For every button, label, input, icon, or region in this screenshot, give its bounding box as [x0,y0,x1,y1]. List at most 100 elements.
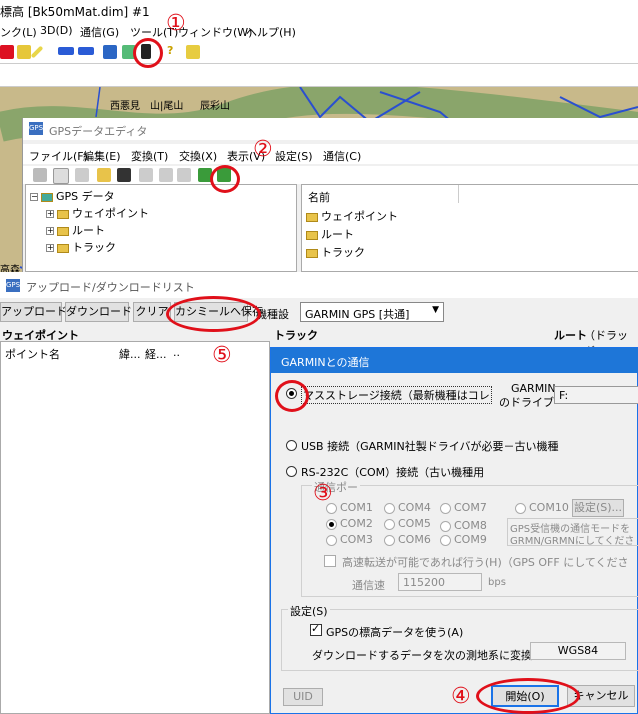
doc-icon[interactable] [53,168,69,184]
use-elevation-label[interactable]: GPSの標高データを使う(A) [326,624,463,640]
com3-radio[interactable] [326,535,337,546]
annotation-circle-4 [476,678,580,714]
menu-window[interactable]: ウィンドウ(W) [178,24,252,40]
menu-link[interactable]: ンク(L) [0,24,37,40]
exit-icon[interactable] [186,45,200,59]
drive-label-2: のドライブ [499,396,554,409]
main-menubar: ンク(L) 3D(D) 通信(G) ツール(T) ウィンドウ(W) ヘルプ(H) [0,20,638,40]
cut-icon[interactable] [139,168,153,182]
list-item-label: トラック [321,246,365,259]
menu-convert[interactable]: 変換(T) [131,148,168,164]
folder-icon [57,226,69,236]
garmin-titlebar: GARMINとの通信 [271,348,638,373]
delete-icon[interactable] [177,168,191,182]
pin-icon[interactable] [0,45,14,59]
annotation-number-3: ③ [313,481,333,506]
help-icon[interactable]: ? [167,44,173,57]
baud-select[interactable]: 115200 [398,573,482,591]
com7-radio[interactable] [440,503,451,514]
menu-exchange[interactable]: 交換(X) [179,148,217,164]
gps-editor-titlebar: GPS GPSデータエディタ [23,118,638,140]
drive-select[interactable]: F: [554,386,638,404]
rs232-radio[interactable] [286,466,297,477]
com9-label: COM9 [454,533,487,546]
menu-settings[interactable]: 設定(S) [275,148,313,164]
copy-icon[interactable] [75,168,89,182]
download-button[interactable]: ダウンロード [65,302,132,322]
tree-item-label: ウェイポイント [72,207,149,220]
datum-field[interactable]: WGS84 [530,642,626,660]
upload-button[interactable]: アップロード [0,302,67,322]
device-select[interactable]: GARMIN GPS [共通] ▼ [300,302,444,322]
com9-radio[interactable] [440,535,451,546]
new-icon[interactable] [33,168,47,182]
app-icon: GPS [6,279,20,292]
map-label: 山|尾山 [150,101,184,112]
settings-group: 設定(S) ✓ GPSの標高データを使う(A) ダウンロードするデータを次の測地… [281,603,638,671]
fast-transfer-checkbox[interactable] [324,555,336,567]
expand-icon: + [46,243,54,252]
rs232-label[interactable]: RS-232C（COM）接続（古い機種用 [301,464,484,480]
gps-editor-menubar: ファイル(F) 編集(E) 変換(T) 交換(X) 表示(V) 設定(S) 通信… [23,144,638,164]
com5-radio[interactable] [384,519,395,530]
datum-value: WGS84 [557,644,599,657]
menu-comm[interactable]: 通信(C) [323,148,361,164]
gps-device-icon[interactable] [103,45,117,59]
com1-label: COM1 [340,501,373,514]
column-point-name[interactable]: ポイント名 [5,346,60,362]
menu-comm[interactable]: 通信(G) [80,24,119,40]
com8-radio[interactable] [440,521,451,532]
list-item-label: ルート [321,228,354,241]
com4-radio[interactable] [384,503,395,514]
column-extra[interactable]: .. [173,346,180,359]
com6-radio[interactable] [384,535,395,546]
column-lat[interactable]: 緯... [119,346,141,362]
com6-label: COM6 [398,533,431,546]
tree-item[interactable]: + ルート [46,222,105,238]
com3-label: COM3 [340,533,373,546]
waypoint-list: ポイント名 緯... 経... .. [0,341,270,714]
ruler-icon[interactable] [30,45,44,59]
menu-file[interactable]: ファイル(F) [29,148,88,164]
menu-help[interactable]: ヘルプ(H) [246,24,296,40]
gps-editor-title: GPSデータエディタ [49,125,148,138]
updown-title: アップロード/ダウンロードリスト [26,281,195,294]
gps-editor-toolbar [23,166,638,184]
tree-item[interactable]: + ウェイポイント [46,205,149,221]
menu-edit[interactable]: 編集(E) [83,148,121,164]
com2-label: COM2 [340,517,373,530]
tree-item[interactable]: + トラック [46,239,116,255]
port-settings-button[interactable]: 設定(S)... [572,499,624,517]
usb-radio[interactable] [286,440,297,451]
column-lon[interactable]: 経... [145,346,167,362]
com2-radio[interactable] [326,519,337,530]
updown-titlebar: GPS アップロード/ダウンロードリスト [0,272,638,298]
uid-button[interactable]: UID [283,688,323,706]
baud-value: 115200 [403,576,445,589]
list-item[interactable]: ルート [306,226,354,242]
paste-icon[interactable] [159,168,173,182]
mass-storage-label[interactable]: マスストレージ接続（最新機種はコレ [301,386,492,404]
main-toolbar: ? [0,41,638,64]
route-icon[interactable] [17,45,31,59]
arrow-right-icon[interactable] [78,47,94,55]
list-item[interactable]: ウェイポイント [306,208,398,224]
tree-root[interactable]: − GPS データ [30,188,115,204]
list-item[interactable]: トラック [306,244,365,260]
use-elevation-checkbox[interactable]: ✓ [310,622,322,636]
annotation-circle-5 [166,296,261,332]
usb-label[interactable]: USB 接続（GARMIN社製ドライバが必要－古い機種 [301,438,559,454]
arrow-left-icon[interactable] [58,47,74,55]
port-group: 通信ポー COM1 COM4 COM7 COM10 設定(S)... COM2 … [301,479,638,597]
menu-3d[interactable]: 3D(D) [40,24,73,37]
com4-label: COM4 [398,501,431,514]
expand-icon: + [46,226,54,235]
list-header[interactable]: 名前 [308,189,330,205]
open-icon[interactable] [97,168,111,182]
save-icon[interactable] [117,168,131,182]
com8-label: COM8 [454,519,487,532]
com7-label: COM7 [454,501,487,514]
fast-transfer-label[interactable]: 高速転送が可能であれば行う(H)（GPS OFF にしてくださ [342,554,629,570]
gps-list: 名前 ウェイポイント ルート トラック [301,184,638,272]
com10-radio[interactable] [515,503,526,514]
